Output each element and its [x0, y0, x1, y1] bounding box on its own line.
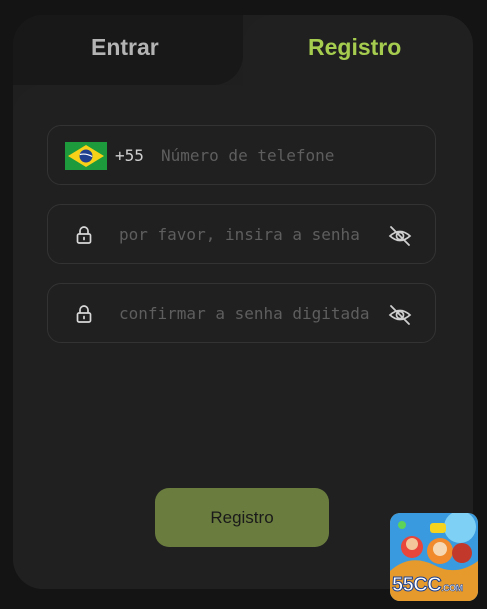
lock-icon	[76, 226, 92, 244]
promo-app-icon[interactable]: 55CC.COM	[390, 513, 478, 601]
promo-brand-text: 55CC.COM	[391, 574, 463, 597]
phone-field[interactable]: +55 Número de telefone	[47, 125, 436, 185]
confirm-password-field[interactable]: confirmar a senha digitada	[47, 283, 436, 343]
register-button[interactable]: Registro	[155, 488, 329, 547]
lock-icon	[76, 305, 92, 323]
phone-input[interactable]: Número de telefone	[161, 146, 426, 165]
password-field[interactable]: por favor, insira a senha	[47, 204, 436, 264]
eye-off-icon[interactable]	[387, 223, 413, 249]
brazil-flag-icon[interactable]	[65, 142, 107, 170]
tab-register-label[interactable]: Registro	[308, 34, 401, 61]
password-input[interactable]: por favor, insira a senha	[119, 225, 377, 244]
eye-off-icon[interactable]	[387, 302, 413, 328]
confirm-password-input[interactable]: confirmar a senha digitada	[119, 304, 377, 323]
country-code[interactable]: +55	[115, 146, 144, 165]
tab-login-label[interactable]: Entrar	[91, 34, 159, 61]
